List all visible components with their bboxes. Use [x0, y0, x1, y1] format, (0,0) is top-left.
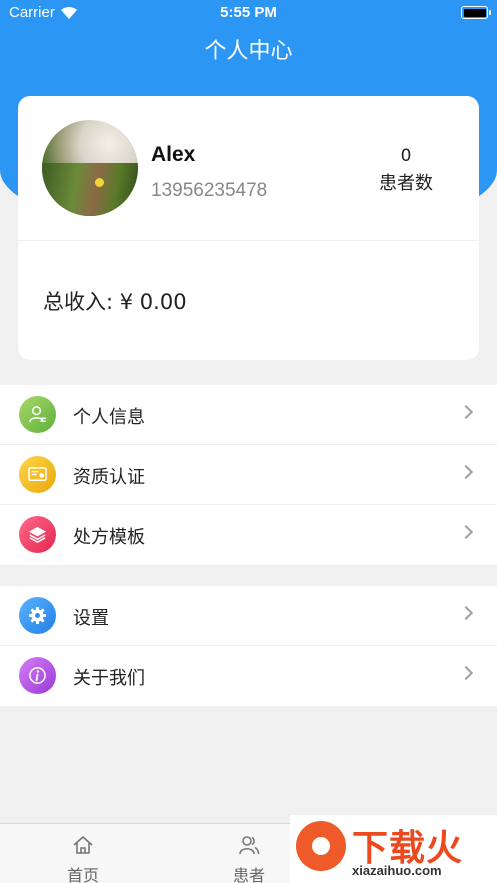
info-icon	[19, 657, 56, 694]
chevron-right-icon	[458, 524, 474, 540]
patients-icon	[239, 836, 260, 855]
menu-label: 资质认证	[73, 467, 145, 488]
user-name: Alex	[151, 143, 196, 166]
avatar[interactable]	[42, 120, 138, 216]
tab-home[interactable]: 首页	[0, 824, 166, 883]
layers-icon	[19, 516, 56, 553]
watermark-url: xiazaihuo.com	[352, 863, 442, 878]
card-divider	[18, 240, 479, 241]
menu-item-about-us[interactable]: 关于我们	[0, 646, 497, 706]
patient-count-label[interactable]: 患者数	[358, 169, 454, 195]
chevron-right-icon	[458, 665, 474, 681]
profile-card: Alex 13956235478 0 患者数 总收入: ¥ 0.00	[18, 96, 479, 360]
menu-item-settings[interactable]: 设置	[0, 586, 497, 646]
user-phone: 13956235478	[151, 180, 268, 201]
home-icon	[73, 835, 93, 854]
menu-item-prescription-template[interactable]: 处方模板	[0, 505, 497, 565]
watermark: 下载火 xiazaihuo.com	[290, 815, 497, 883]
tab-label: 首页	[66, 866, 99, 883]
watermark-logo-icon	[296, 821, 346, 871]
certificate-icon	[19, 456, 56, 493]
chevron-right-icon	[458, 464, 474, 480]
menu-group-secondary: 设置 关于我们	[0, 586, 497, 706]
status-time: 5:55 PM	[220, 4, 277, 21]
patient-count[interactable]: 0	[358, 146, 454, 166]
menu-label: 处方模板	[73, 527, 145, 548]
menu-item-certification[interactable]: 资质认证	[0, 445, 497, 505]
menu-item-personal-info[interactable]: 个人信息	[0, 385, 497, 445]
income-value: ¥ 0.00	[119, 290, 187, 314]
total-income: 总收入: ¥ 0.00	[43, 286, 187, 316]
chevron-right-icon	[458, 404, 474, 420]
chevron-right-icon	[458, 605, 474, 621]
gear-icon	[19, 597, 56, 634]
menu-label: 关于我们	[73, 668, 145, 689]
page-title: 个人中心	[204, 39, 293, 64]
income-label: 总收入:	[43, 290, 114, 314]
menu-group-primary: 个人信息 资质认证 处方模板	[0, 385, 497, 565]
battery-icon	[461, 6, 491, 19]
person-info-icon	[19, 396, 56, 433]
status-bar: Carrier 5:55 PM	[0, 0, 497, 26]
menu-label: 设置	[73, 608, 109, 629]
menu-label: 个人信息	[73, 407, 145, 428]
